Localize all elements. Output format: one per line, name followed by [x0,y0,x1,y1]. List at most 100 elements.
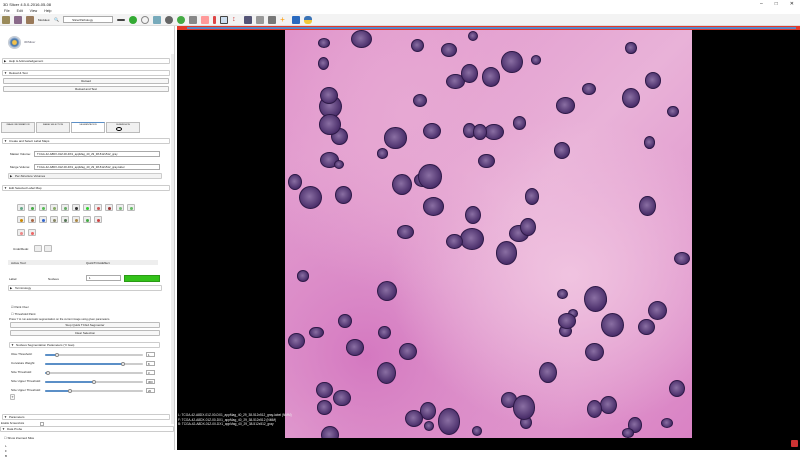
slice-offset-slider[interactable] [187,27,796,29]
section-help[interactable]: Help & Acknowledgement [2,58,170,64]
parameter-slider[interactable] [45,361,143,366]
close-button[interactable]: ✕ [790,1,794,7]
tab-image-information[interactable]: IMAGE INFORMATION [1,122,35,133]
effect-tool-icon[interactable] [72,204,80,211]
section-create-select[interactable]: Create and Select Label Maps [2,138,170,144]
effect-tool-icon[interactable] [28,204,36,211]
load-dicom-icon[interactable] [14,15,22,24]
error-log-icon[interactable] [791,440,798,447]
effect-tool-icon[interactable] [94,216,102,223]
section-nucleus-params[interactable]: Nucleus Segmentation Parameters (Yi Gao) [9,342,160,348]
effect-tool-icon[interactable] [28,216,36,223]
section-parameters[interactable]: Parameters [2,414,170,420]
section-per-structure[interactable]: Per-Structure Volumes [8,173,162,179]
effect-tool-icon[interactable] [17,204,25,211]
transforms-icon[interactable] [189,15,198,24]
extension-icon[interactable] [256,15,265,24]
crosshair-icon[interactable]: ↕ [232,16,240,24]
slider-value-spinbox[interactable]: 3 [146,370,155,375]
section-terminology[interactable]: Terminology [8,285,162,291]
help-button[interactable]: ? [10,394,15,400]
effect-tool-icon[interactable] [116,204,124,211]
effect-tool-icon[interactable] [39,204,47,211]
slider-handle[interactable] [121,361,126,366]
slider-handle[interactable] [54,352,59,357]
forward-icon[interactable] [129,15,138,24]
section-edit-label-map[interactable]: Edit Selected Label Map [2,185,170,191]
panel-scrollbar[interactable] [171,54,174,424]
tab-image-selection[interactable]: IMAGE SELECTION [36,122,70,133]
paint-over-checkbox[interactable]: ☑ Paint Over [11,305,29,309]
effect-tool-icon[interactable] [28,229,36,236]
tab-segmentation[interactable]: SEGMENTATION [71,122,105,133]
parameter-slider[interactable] [45,388,143,393]
maximize-button[interactable]: □ [775,1,778,7]
models-icon[interactable] [177,15,186,24]
slider-value-spinbox[interactable]: 8 [146,361,155,366]
parameter-slider[interactable] [45,379,143,384]
python-console-icon[interactable] [292,15,301,24]
menu-view[interactable]: View [30,9,38,13]
cell-nucleus [478,153,495,168]
reload-test-button[interactable]: Reload and Test [3,86,169,92]
back-icon[interactable] [141,15,150,24]
threshold-paint-checkbox[interactable]: ☐ Threshold Paint [11,312,35,316]
mouse-mode-icon[interactable]: + [280,15,288,24]
section-data-probe[interactable]: Data Probe [0,426,174,432]
layout-icon[interactable] [220,15,229,24]
volumes-icon[interactable] [165,15,174,24]
module-list-icon[interactable] [117,18,126,21]
slider-handle[interactable] [45,370,50,375]
slider-value-spinbox[interactable]: 1 [146,352,155,357]
parameter-slider[interactable] [45,352,143,357]
effect-tool-icon[interactable] [17,216,25,223]
load-data-icon[interactable] [2,15,10,24]
data-module-icon[interactable] [153,15,162,24]
editor-icon[interactable] [213,15,217,24]
effect-tool-icon[interactable] [105,204,113,211]
label-value-spinbox[interactable]: 1 [86,275,121,281]
effect-tool-icon[interactable] [94,204,102,211]
redo-icon[interactable] [44,245,52,252]
effect-tool-icon[interactable] [39,216,47,223]
menu-help[interactable]: Help [44,9,51,13]
parameter-slider[interactable] [45,370,143,375]
section-reload[interactable]: Reload & Test [2,70,170,76]
extension-2-icon[interactable] [268,15,277,24]
minimize-button[interactable]: – [760,1,763,7]
effect-tool-icon[interactable] [127,204,135,211]
clear-selection-button[interactable]: Clear Selection [10,330,160,336]
slider-value-spinbox[interactable]: 300 [146,379,155,384]
effect-tool-icon[interactable] [83,204,91,211]
screenshot-icon[interactable] [244,15,253,24]
menu-file[interactable]: File [4,9,10,13]
label-color-swatch[interactable] [124,275,160,282]
effect-tool-icon[interactable] [17,229,25,236]
cell-nucleus [317,38,331,49]
tab-submission[interactable]: SUBMISSION [106,122,140,133]
menu-edit[interactable]: Edit [17,9,23,13]
markups-icon[interactable] [201,15,210,24]
merge-volume-select[interactable]: TCGA-42-A8DX-01Z-00-DX1_appMag_40_29_38-… [34,164,160,170]
effect-tool-icon[interactable] [61,204,69,211]
slider-handle[interactable] [67,388,72,393]
effect-tool-icon[interactable] [50,204,58,211]
run-segmenter-button[interactable]: Stop Quick TCGA Segmenter [10,322,160,328]
effect-tool-icon[interactable] [72,216,80,223]
slider-handle[interactable] [92,379,96,384]
cell-nucleus [585,342,605,362]
module-selector[interactable]: SlicerPathology [63,16,114,23]
pathology-image[interactable] [285,30,692,438]
effect-tool-icon[interactable] [83,216,91,223]
effect-tool-icon[interactable] [61,216,69,223]
undo-icon[interactable] [34,245,42,252]
slider-value-spinbox[interactable]: 20 [146,388,155,393]
effect-tool-icon[interactable] [50,216,58,223]
python-icon[interactable] [304,15,313,24]
show-zoomed-checkbox[interactable]: ☐ Show Zoomed Slice [4,436,34,440]
cell-nucleus [384,127,407,149]
master-volume-select[interactable]: TCGA-42-A8DX-01Z-00-DX1_appMag_40_29_38-… [34,151,160,157]
reload-button[interactable]: Reload [3,78,169,84]
save-icon[interactable] [26,15,34,24]
search-icon[interactable]: 🔍 [54,17,59,22]
